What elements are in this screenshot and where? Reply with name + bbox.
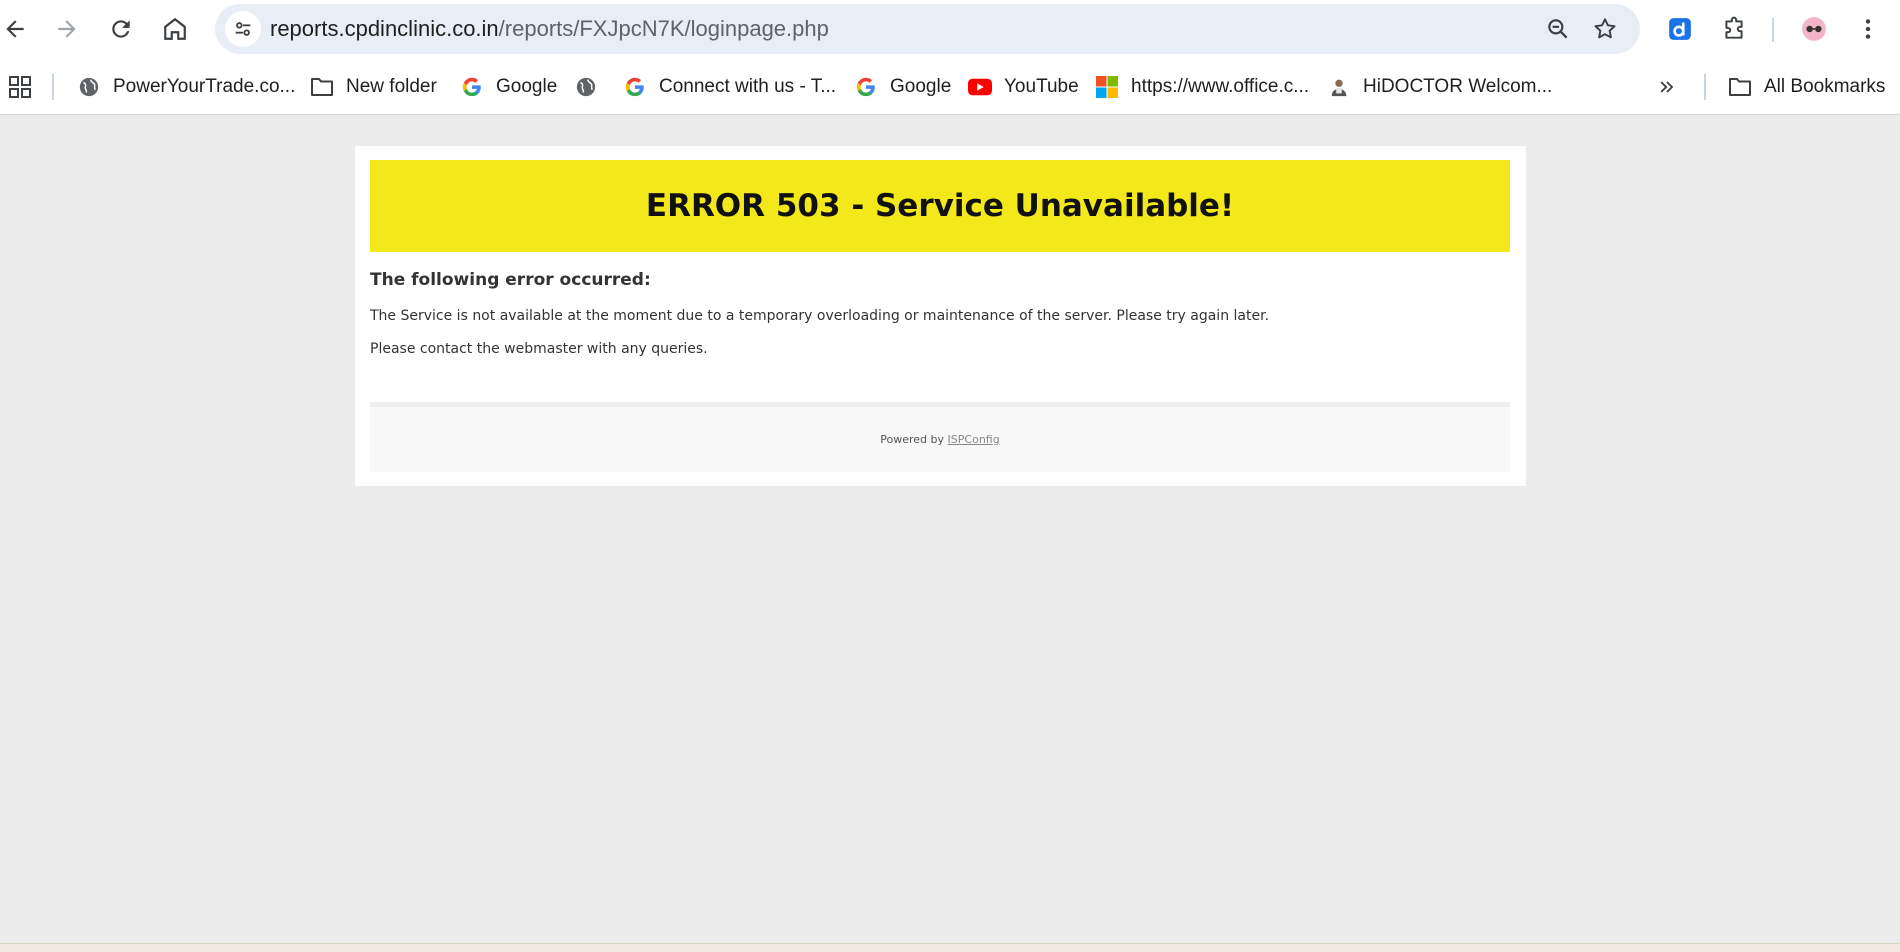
hidoctor-icon bbox=[1327, 75, 1351, 99]
microsoft-icon bbox=[1095, 75, 1119, 99]
chevron-double-right-icon bbox=[1660, 81, 1674, 93]
apps-button[interactable] bbox=[8, 70, 32, 104]
star-icon bbox=[1594, 18, 1616, 39]
bookmark-youtube[interactable]: YouTube bbox=[968, 70, 1079, 104]
bookmark-hidoctor[interactable]: HiDOCTOR Welcom... bbox=[1327, 70, 1552, 104]
error-card: ERROR 503 - Service Unavailable! The fol… bbox=[355, 146, 1526, 486]
google-icon bbox=[854, 75, 878, 99]
site-info-button[interactable] bbox=[225, 11, 261, 47]
all-bookmarks-label: All Bookmarks bbox=[1764, 76, 1886, 97]
forward-arrow-icon bbox=[58, 20, 76, 38]
bookmark-label: New folder bbox=[346, 76, 437, 97]
bookmark-label: Connect with us - T... bbox=[659, 76, 837, 97]
home-icon bbox=[164, 17, 186, 40]
bookmark-google-2[interactable]: Google bbox=[854, 70, 951, 104]
bookmark-label: HiDOCTOR Welcom... bbox=[1363, 76, 1553, 97]
error-message: The Service is not available at the mome… bbox=[370, 308, 1270, 324]
powered-by-label: Powered by bbox=[880, 433, 945, 446]
bookmark-label: PowerYourTrade.co... bbox=[113, 76, 296, 97]
more-vert-icon bbox=[1865, 19, 1871, 39]
back-button[interactable] bbox=[0, 9, 35, 49]
forward-button[interactable] bbox=[47, 9, 87, 49]
toolbar-divider bbox=[1772, 18, 1774, 42]
bookmark-globe[interactable] bbox=[574, 70, 610, 104]
menu-button[interactable] bbox=[1848, 9, 1888, 49]
bookmark-poweryourtrade[interactable]: PowerYourTrade.co... bbox=[77, 70, 295, 104]
contact-message: Please contact the webmaster with any qu… bbox=[370, 341, 708, 357]
home-button[interactable] bbox=[155, 9, 195, 49]
zoom-out-icon bbox=[1548, 19, 1568, 39]
google-icon bbox=[460, 75, 484, 99]
globe-icon bbox=[77, 75, 101, 99]
google-icon bbox=[623, 75, 647, 99]
folder-icon bbox=[310, 75, 334, 99]
bookmarks-bar: PowerYourTrade.co... New folder Google C… bbox=[0, 58, 1900, 115]
browser-toolbar: reports.cpdinclinic.co.in/reports/FXJpcN… bbox=[0, 0, 1900, 58]
youtube-icon bbox=[968, 75, 992, 99]
bookmark-new-folder[interactable]: New folder bbox=[310, 70, 437, 104]
address-bar[interactable]: reports.cpdinclinic.co.in/reports/FXJpcN… bbox=[215, 4, 1640, 54]
url-host: reports.cpdinclinic.co.in bbox=[270, 16, 499, 41]
zoom-button[interactable] bbox=[1541, 12, 1575, 46]
powered-by-text: Powered by ISPConfig bbox=[370, 433, 1510, 446]
puzzle-icon bbox=[1725, 16, 1743, 39]
bookmark-connect[interactable]: Connect with us - T... bbox=[623, 70, 836, 104]
tune-icon bbox=[235, 22, 251, 36]
bookmark-google[interactable]: Google bbox=[460, 70, 557, 104]
globe-icon bbox=[574, 75, 598, 99]
apps-grid-icon bbox=[9, 76, 31, 98]
bookmarks-divider bbox=[52, 74, 54, 100]
more-bookmarks-button[interactable] bbox=[1657, 70, 1677, 104]
extension-d-button[interactable] bbox=[1660, 9, 1700, 49]
bookmark-office[interactable]: https://www.office.c... bbox=[1095, 70, 1309, 104]
d-extension-icon bbox=[1669, 18, 1691, 40]
bookmark-label: Google bbox=[890, 76, 952, 97]
bookmark-label: Google bbox=[496, 76, 558, 97]
bookmark-star-button[interactable] bbox=[1588, 12, 1622, 46]
ispconfig-link[interactable]: ISPConfig bbox=[948, 433, 1000, 446]
all-bookmarks-button[interactable]: All Bookmarks bbox=[1728, 70, 1885, 104]
folder-icon bbox=[1728, 75, 1752, 99]
avatar bbox=[1802, 17, 1826, 41]
bookmarks-divider bbox=[1704, 74, 1706, 100]
error-banner: ERROR 503 - Service Unavailable! bbox=[370, 160, 1510, 252]
bookmark-label: YouTube bbox=[1004, 76, 1079, 97]
profile-button[interactable] bbox=[1794, 9, 1834, 49]
error-heading: The following error occurred: bbox=[370, 270, 651, 290]
reload-button[interactable] bbox=[101, 9, 141, 49]
bookmark-label: https://www.office.c... bbox=[1131, 76, 1310, 97]
window-bottom-edge bbox=[0, 943, 1900, 952]
page-footer: Powered by ISPConfig bbox=[370, 402, 1510, 472]
extensions-button[interactable] bbox=[1714, 9, 1754, 49]
page-title: ERROR 503 - Service Unavailable! bbox=[645, 188, 1235, 224]
back-arrow-icon bbox=[6, 20, 24, 38]
reload-icon bbox=[112, 20, 130, 38]
url-path: /reports/FXJpcN7K/loginpage.php bbox=[498, 16, 829, 41]
url-text[interactable]: reports.cpdinclinic.co.in/reports/FXJpcN… bbox=[270, 4, 829, 54]
